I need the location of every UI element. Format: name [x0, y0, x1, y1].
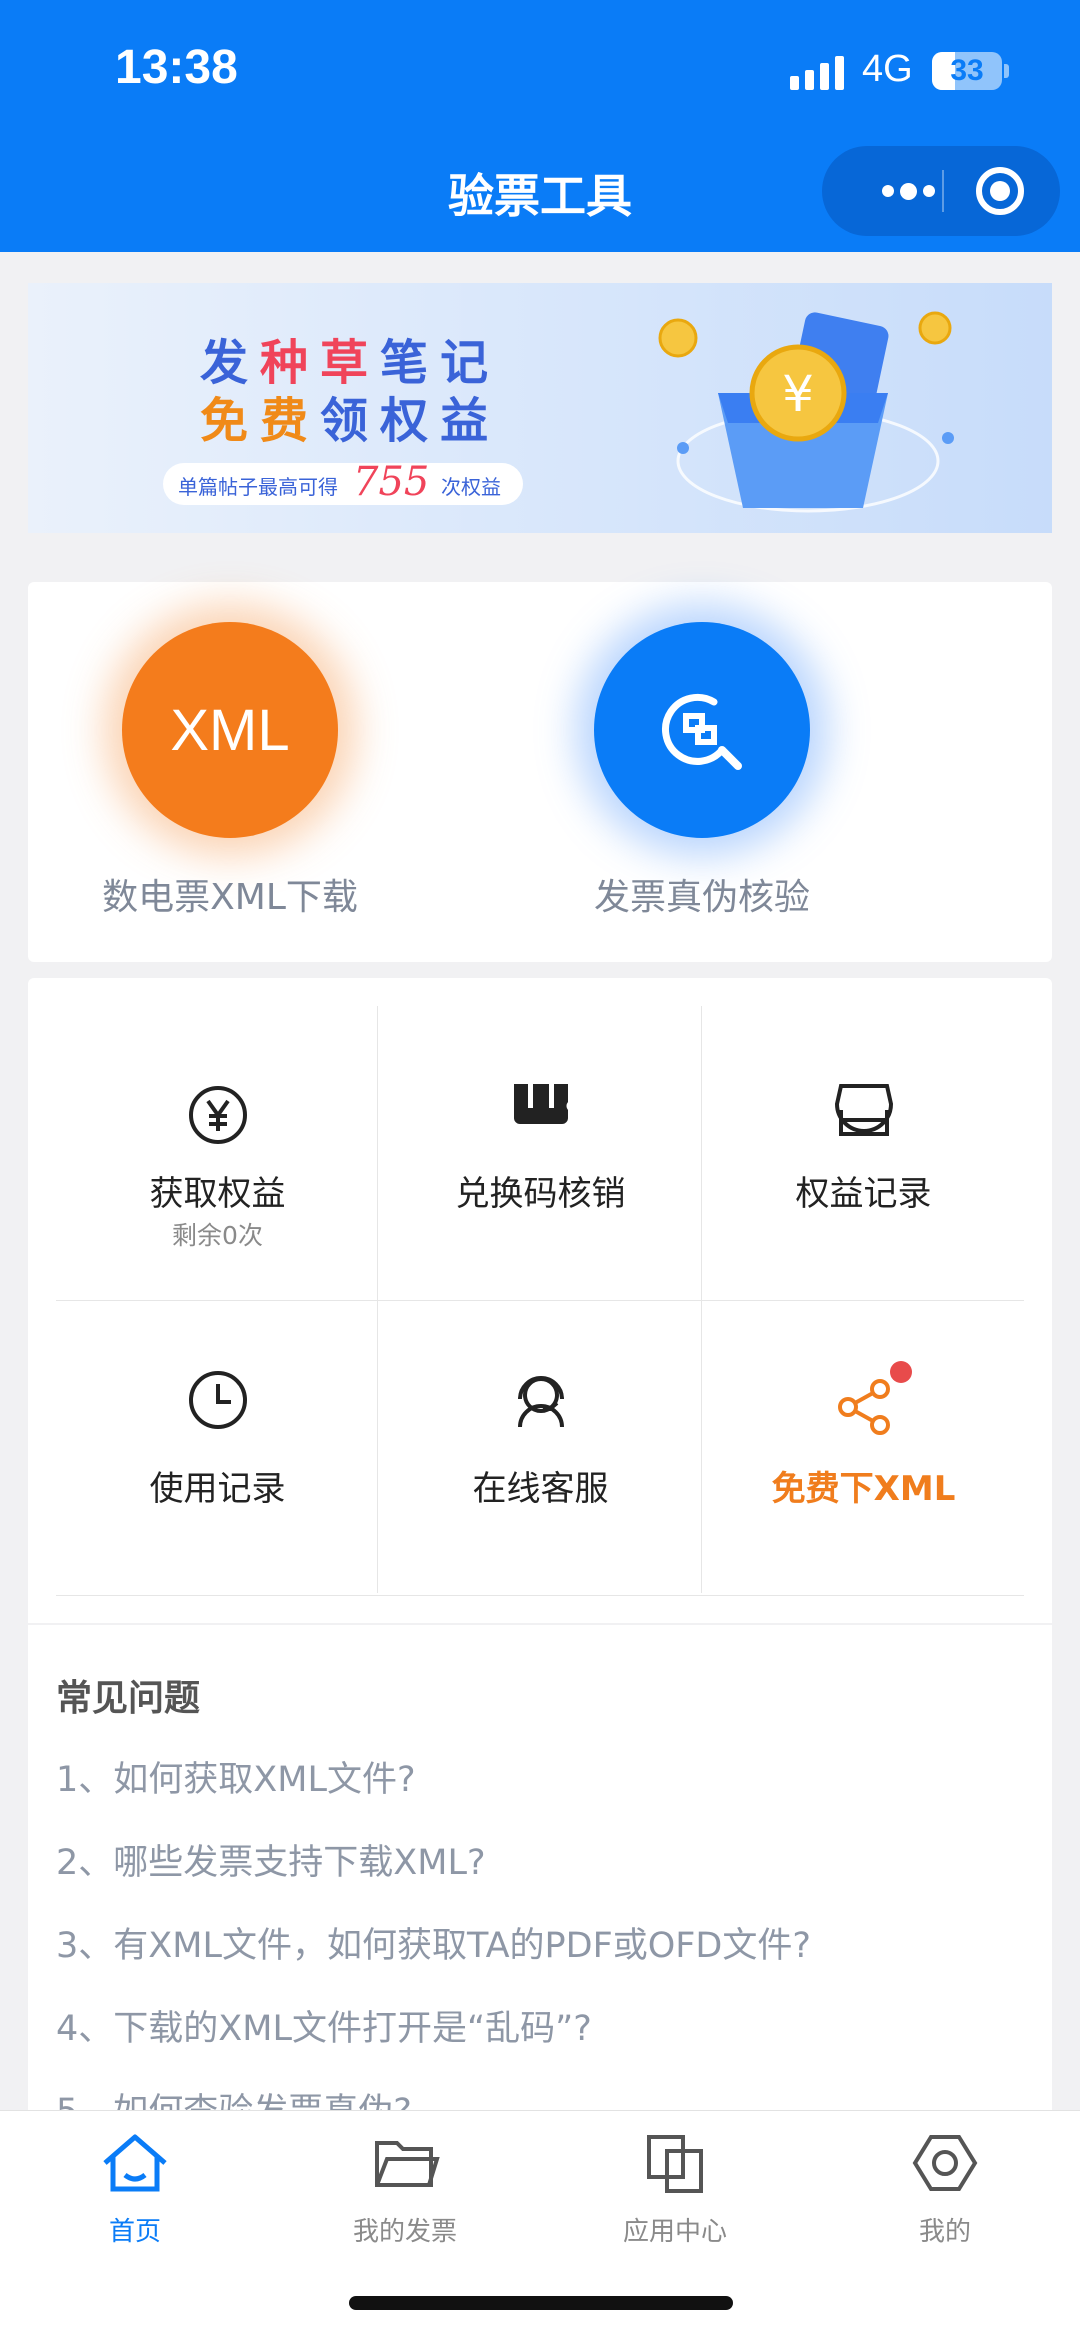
faq-item[interactable]: 4、下载的XML文件打开是“乱码”?: [56, 2000, 592, 2051]
battery-tip: [1004, 64, 1009, 78]
grid-item-customer-service[interactable]: 在线客服: [379, 1301, 702, 1596]
primary-actions-card: XML 数电票XML下载 发票真伪核验: [28, 582, 1052, 962]
grid-label-redeem-code: 兑换码核销: [455, 1174, 626, 1214]
grid-item-benefit-records[interactable]: 权益记录: [702, 1006, 1025, 1301]
tab-label: 我的: [918, 2217, 971, 2247]
battery-icon: 33: [932, 52, 1002, 90]
remaining-count: 剩余0次: [172, 1221, 263, 1250]
faq-item[interactable]: 3、有XML文件，如何获取TA的PDF或OFD文件?: [56, 1917, 811, 1968]
tab-label: 应用中心: [622, 2217, 727, 2247]
network-type: 4G: [862, 48, 913, 90]
grid-label-get-benefits: 获取权益: [149, 1174, 286, 1214]
faq-item[interactable]: 5、如何查验发票真伪?: [56, 2083, 412, 2110]
faq-item[interactable]: 2、哪些发票支持下载XML?: [56, 1834, 486, 1885]
yen-circle-icon: [188, 1086, 247, 1144]
grid-item-free-xml[interactable]: 免费下XML: [702, 1301, 1025, 1596]
xml-download-label: 数电票XML下载: [102, 877, 358, 918]
signal-icon: [790, 56, 844, 90]
search-doc-icon: [594, 622, 810, 838]
app-header: 13:38 4G 33 验票工具: [0, 0, 1080, 252]
status-time: 13:38: [115, 41, 238, 94]
close-target-icon[interactable]: [976, 167, 1024, 215]
share-icon: [837, 1379, 890, 1435]
apps-icon: [647, 2135, 703, 2193]
faq-section: 常见问题 1、如何获取XML文件? 2、哪些发票支持下载XML? 3、有XML文…: [28, 1625, 1052, 2110]
banner-pill-suffix: 次权益: [441, 475, 501, 499]
tab-my-invoices[interactable]: 我的发票: [270, 2127, 540, 2248]
home-icon: [103, 2134, 167, 2192]
svg-text:¥: ¥: [782, 365, 814, 423]
grid-label-usage-records: 使用记录: [149, 1469, 286, 1509]
promo-banner[interactable]: 发种草笔记 免费领权益 单篇帖子最高可得 755 次权益 ¥: [28, 283, 1052, 533]
grid-label-customer-service: 在线客服: [472, 1469, 609, 1509]
hexagon-icon: [912, 2135, 978, 2191]
tab-mine[interactable]: 我的: [810, 2127, 1080, 2248]
tab-app-center[interactable]: 应用中心: [540, 2127, 810, 2248]
more-icon[interactable]: [852, 146, 964, 236]
clock-icon: [188, 1371, 247, 1429]
tab-home[interactable]: 首页: [0, 2127, 270, 2248]
grid-label-benefit-records: 权益记录: [795, 1174, 932, 1214]
invoice-verify-action[interactable]: 发票真伪核验: [502, 622, 902, 920]
grid-label-free-xml: 免费下XML: [771, 1469, 956, 1509]
banner-line2: 免费领权益: [200, 393, 501, 449]
folder-icon: [375, 2141, 440, 2187]
feature-grid-card: 获取权益 剩余0次 兑换码核销 权益记录 使用记录 在线客服 免费下XML: [28, 978, 1052, 1623]
notification-dot: [890, 1361, 912, 1383]
tab-label: 我的发票: [352, 2217, 457, 2247]
store-icon: [834, 1084, 893, 1136]
mini-program-capsule: [822, 146, 1060, 236]
invoice-verify-label: 发票真伪核验: [593, 877, 810, 918]
faq-title: 常见问题: [56, 1678, 201, 1719]
banner-pill-number: 755: [353, 459, 430, 505]
home-indicator: [349, 2296, 733, 2310]
xml-download-action[interactable]: XML 数电票XML下载: [30, 622, 430, 920]
grid-item-usage-records[interactable]: 使用记录: [56, 1301, 379, 1596]
ticket-icon: [513, 1084, 568, 1124]
grid-item-get-benefits[interactable]: 获取权益 剩余0次: [56, 1006, 379, 1301]
banner-pill-prefix: 单篇帖子最高可得: [178, 475, 338, 499]
grid-item-redeem-code[interactable]: 兑换码核销: [379, 1006, 702, 1301]
battery-level: 33: [950, 54, 984, 87]
tab-label: 首页: [108, 2217, 161, 2247]
headset-icon: [517, 1376, 564, 1428]
coin-box-illustration: ¥: [658, 311, 954, 513]
xml-icon: XML: [122, 622, 338, 838]
faq-item[interactable]: 1、如何获取XML文件?: [56, 1751, 416, 1802]
